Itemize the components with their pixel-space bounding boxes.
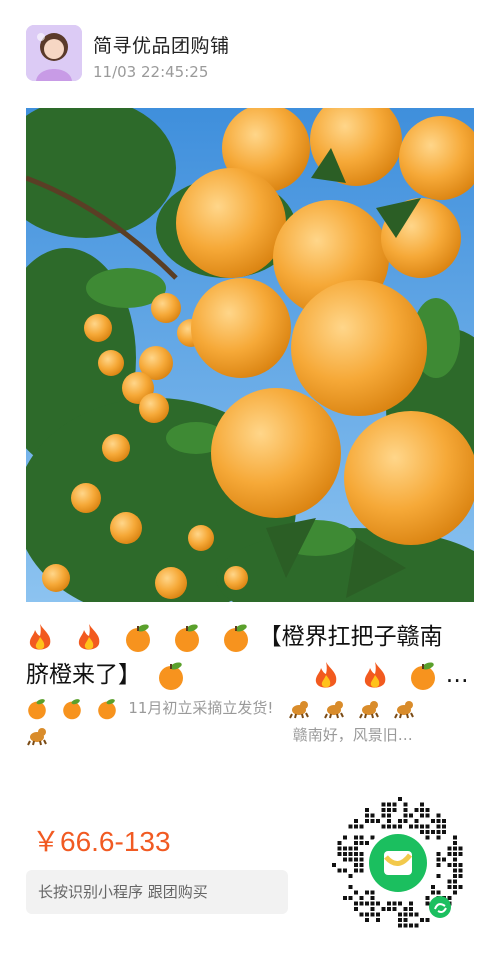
title-line-1: 【橙界扛把子赣南 [26, 618, 478, 656]
avatar-photo-icon [26, 25, 82, 81]
tangerine-emoji-icon [408, 661, 438, 691]
running-dog-emoji-icon [393, 698, 415, 720]
fire-emoji-icon [312, 661, 340, 691]
mini-program-qr-code[interactable] [322, 787, 474, 939]
tangerine-emoji-icon [61, 698, 83, 720]
title-text-1: 【橙界扛把子赣南 [258, 624, 443, 650]
user-avatar[interactable] [26, 25, 82, 81]
product-description[interactable]: 11月初立采摘立发货! 赣南好，风景旧… [26, 695, 478, 749]
qr-code-icon [323, 788, 473, 938]
running-dog-emoji-icon [358, 698, 380, 720]
desc-text-1: 11月初立采摘立发货! [128, 699, 274, 717]
title-line-2: 脐橙来了】 … [26, 656, 478, 694]
title-ellipsis: … [445, 662, 469, 688]
fire-emoji-icon [361, 661, 389, 691]
shop-name[interactable]: 简寻优品团购铺 [93, 31, 230, 58]
post-timestamp: 11/03 22:45:25 [93, 63, 209, 81]
desc-line-1: 11月初立采摘立发货! [26, 695, 478, 722]
running-dog-emoji-icon [288, 698, 310, 720]
fire-emoji-icon [75, 623, 103, 653]
mini-program-logo-icon [384, 851, 412, 875]
price-range: ￥66.6-133 [32, 826, 171, 857]
mini-program-purchase-button[interactable]: 长按识别小程序 跟团购买 [26, 870, 288, 914]
tangerine-emoji-icon [123, 623, 153, 653]
fire-emoji-icon [26, 623, 54, 653]
desc-text-2: 赣南好，风景旧… [292, 726, 413, 744]
tangerine-emoji-icon [172, 623, 202, 653]
running-dog-emoji-icon [323, 698, 345, 720]
tangerine-emoji-icon [96, 698, 118, 720]
desc-line-2: 赣南好，风景旧… [26, 722, 478, 749]
product-title[interactable]: 【橙界扛把子赣南 脐橙来了】 … [26, 618, 478, 694]
post-header: 简寻优品团购铺 11/03 22:45:25 [26, 25, 476, 85]
title-text-2: 脐橙来了】 [26, 662, 141, 688]
running-dog-emoji-icon [26, 725, 48, 747]
tangerine-emoji-icon [26, 698, 48, 720]
oranges-photo-icon [26, 108, 474, 602]
tangerine-emoji-icon [221, 623, 251, 653]
tangerine-emoji-icon [156, 661, 186, 691]
product-photo[interactable] [26, 108, 474, 602]
